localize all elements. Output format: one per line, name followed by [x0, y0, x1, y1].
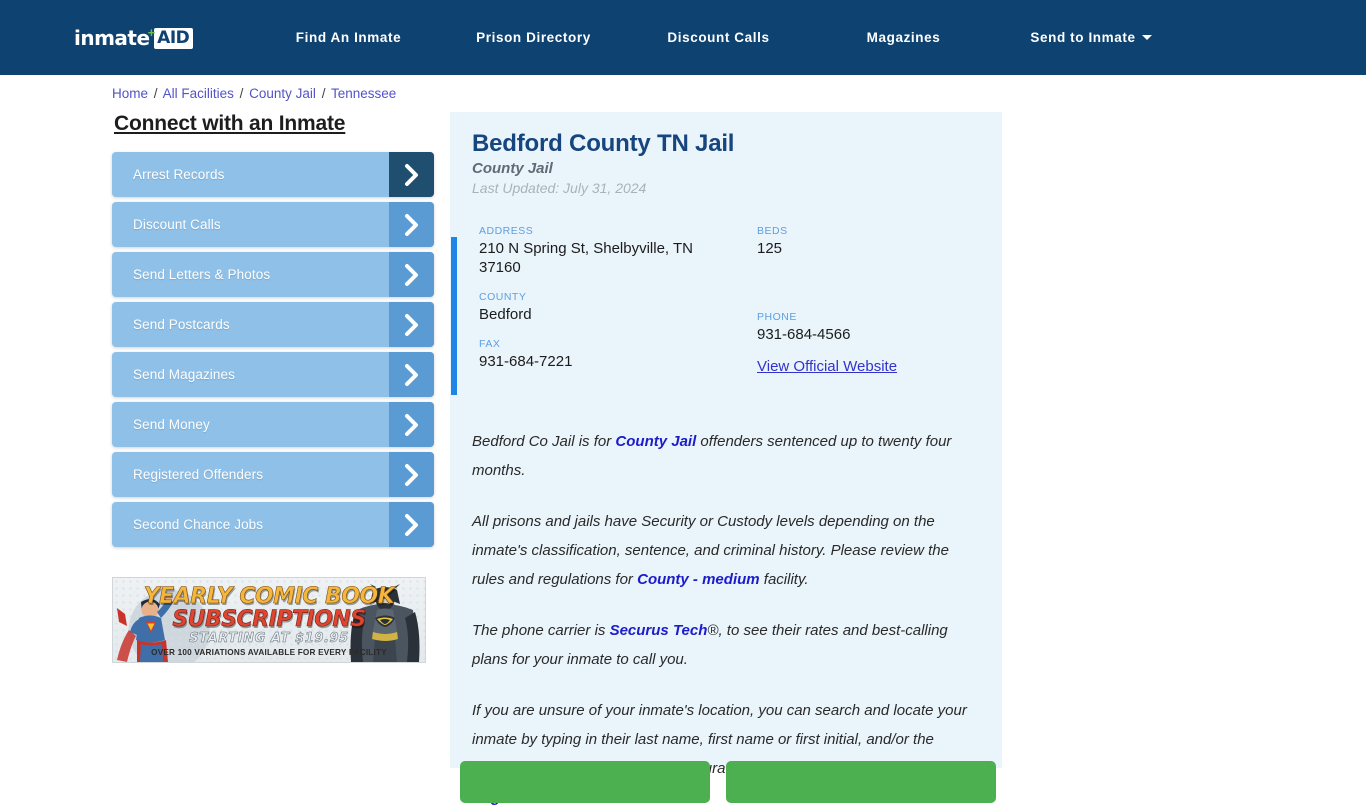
- facility-info-right-column: BEDS 125 PHONE 931-684-4566 View Officia…: [757, 225, 997, 390]
- chevron-right-icon: [389, 302, 434, 347]
- breadcrumb-item-all-facilities[interactable]: All Facilities: [163, 86, 234, 101]
- nav-item-find-an-inmate[interactable]: Find An Inmate: [296, 30, 401, 45]
- primary-action-button-right[interactable]: [726, 761, 996, 803]
- sidebar: Connect with an Inmate Arrest Records Di…: [112, 112, 434, 552]
- facility-detail-panel: Bedford County TN Jail County Jail Last …: [450, 112, 1002, 806]
- comic-book-subscription-ad[interactable]: YEARLY COMIC BOOK SUBSCRIPTIONS STARTING…: [112, 577, 426, 663]
- p3-text-a: The phone carrier is: [472, 622, 610, 639]
- nav-slot-magazines: Magazines: [811, 29, 996, 47]
- top-navigation-bar: inmate + AID Find An Inmate Prison Direc…: [0, 0, 1366, 75]
- sidebar-item-send-money[interactable]: Send Money: [112, 402, 434, 447]
- main-nav: Find An Inmate Prison Directory Discount…: [256, 0, 1186, 75]
- p3-link-securus-tech[interactable]: Securus Tech: [610, 622, 708, 639]
- nav-item-discount-calls[interactable]: Discount Calls: [667, 30, 769, 45]
- logo-badge: AID: [154, 27, 194, 49]
- phone-label: PHONE: [757, 311, 797, 323]
- breadcrumb-item-tennessee[interactable]: Tennessee: [331, 86, 396, 101]
- ad-headline-1: YEARLY COMIC BOOK: [143, 584, 395, 610]
- facility-info-left-column: ADDRESS 210 N Spring St, Shelbyville, TN…: [479, 225, 729, 385]
- sidebar-item-label: Send Postcards: [133, 317, 230, 332]
- facility-field-county: COUNTY Bedford: [479, 291, 729, 324]
- chevron-right-icon: [389, 352, 434, 397]
- sidebar-item-send-magazines[interactable]: Send Magazines: [112, 352, 434, 397]
- ad-price-text: STARTING AT $19.95: [189, 631, 349, 647]
- sidebar-item-send-letters-photos[interactable]: Send Letters & Photos: [112, 252, 434, 297]
- sidebar-item-label: Send Money: [133, 417, 210, 432]
- nav-item-prison-directory[interactable]: Prison Directory: [476, 30, 591, 45]
- facility-description: Bedford Co Jail is for County Jail offen…: [472, 427, 984, 806]
- nav-slot-discount-calls: Discount Calls: [626, 29, 811, 47]
- sidebar-item-registered-offenders[interactable]: Registered Offenders: [112, 452, 434, 497]
- facility-field-fax: FAX 931-684-7221: [479, 338, 729, 371]
- header-icon-group: 0: [1096, 0, 1366, 75]
- accent-bar: [451, 237, 457, 395]
- fax-label: FAX: [479, 338, 501, 350]
- address-label: ADDRESS: [479, 225, 534, 237]
- chevron-right-icon: [389, 452, 434, 497]
- chevron-right-icon: [389, 402, 434, 447]
- sidebar-item-label: Send Magazines: [133, 367, 235, 382]
- page-title: Bedford County TN Jail: [472, 130, 735, 157]
- ad-headline-2: SUBSCRIPTIONS: [172, 607, 366, 633]
- facility-field-address: ADDRESS 210 N Spring St, Shelbyville, TN…: [479, 225, 729, 277]
- p1-link-county-jail[interactable]: County Jail: [615, 433, 696, 450]
- phone-value: 931-684-4566: [757, 326, 851, 343]
- site-logo[interactable]: inmate + AID: [74, 24, 194, 50]
- facility-type: County Jail: [472, 160, 553, 177]
- ad-subtext: OVER 100 VARIATIONS AVAILABLE FOR EVERY …: [151, 648, 387, 657]
- chevron-right-icon: [389, 152, 434, 197]
- facility-info-block: ADDRESS 210 N Spring St, Shelbyville, TN…: [450, 225, 1002, 400]
- sidebar-item-label: Second Chance Jobs: [133, 517, 264, 532]
- sidebar-item-label: Discount Calls: [133, 217, 221, 232]
- breadcrumb-item-county-jail[interactable]: County Jail: [249, 86, 316, 101]
- logo-plus-icon: +: [147, 24, 156, 40]
- chevron-right-icon: [389, 502, 434, 547]
- view-official-website-link[interactable]: View Official Website: [757, 358, 897, 375]
- beds-value: 125: [757, 240, 783, 257]
- primary-action-button-left[interactable]: [460, 761, 710, 803]
- logo-wordmark: inmate: [74, 26, 150, 50]
- p2-link-county-medium[interactable]: County - medium: [637, 571, 760, 588]
- facility-field-website: View Official Website: [757, 358, 997, 376]
- p2-text-b: facility.: [759, 571, 809, 588]
- sidebar-title: Connect with an Inmate: [114, 112, 346, 135]
- last-updated-text: Last Updated: July 31, 2024: [472, 180, 647, 196]
- sidebar-item-discount-calls[interactable]: Discount Calls: [112, 202, 434, 247]
- breadcrumb-separator: /: [321, 86, 326, 101]
- description-paragraph-2: All prisons and jails have Security or C…: [472, 507, 984, 594]
- nav-slot-find-an-inmate: Find An Inmate: [256, 29, 441, 47]
- breadcrumb: Home / All Facilities / County Jail / Te…: [112, 86, 396, 101]
- sidebar-item-send-postcards[interactable]: Send Postcards: [112, 302, 434, 347]
- sidebar-item-label: Send Letters & Photos: [133, 267, 271, 282]
- county-value: Bedford: [479, 306, 532, 323]
- registered-trademark-icon: ®: [707, 622, 719, 639]
- sidebar-item-label: Arrest Records: [133, 167, 225, 182]
- address-value: 210 N Spring St, Shelbyville, TN 37160: [479, 240, 693, 276]
- beds-label: BEDS: [757, 225, 788, 237]
- p1-text-a: Bedford Co Jail is for: [472, 433, 616, 450]
- fax-value: 931-684-7221: [479, 353, 573, 370]
- county-label: COUNTY: [479, 291, 527, 303]
- nav-item-magazines[interactable]: Magazines: [867, 30, 941, 45]
- nav-slot-prison-directory: Prison Directory: [441, 29, 626, 47]
- sidebar-item-second-chance-jobs[interactable]: Second Chance Jobs: [112, 502, 434, 547]
- facility-field-beds: BEDS 125: [757, 225, 997, 258]
- sidebar-item-arrest-records[interactable]: Arrest Records: [112, 152, 434, 197]
- facility-field-phone: PHONE 931-684-4566: [757, 311, 997, 344]
- chevron-right-icon: [389, 202, 434, 247]
- description-paragraph-1: Bedford Co Jail is for County Jail offen…: [472, 427, 984, 485]
- breadcrumb-separator: /: [239, 86, 244, 101]
- sidebar-item-label: Registered Offenders: [133, 467, 264, 482]
- breadcrumb-separator: /: [153, 86, 158, 101]
- breadcrumb-item-home[interactable]: Home: [112, 86, 148, 101]
- description-paragraph-3: The phone carrier is Securus Tech®, to s…: [472, 616, 984, 674]
- chevron-right-icon: [389, 252, 434, 297]
